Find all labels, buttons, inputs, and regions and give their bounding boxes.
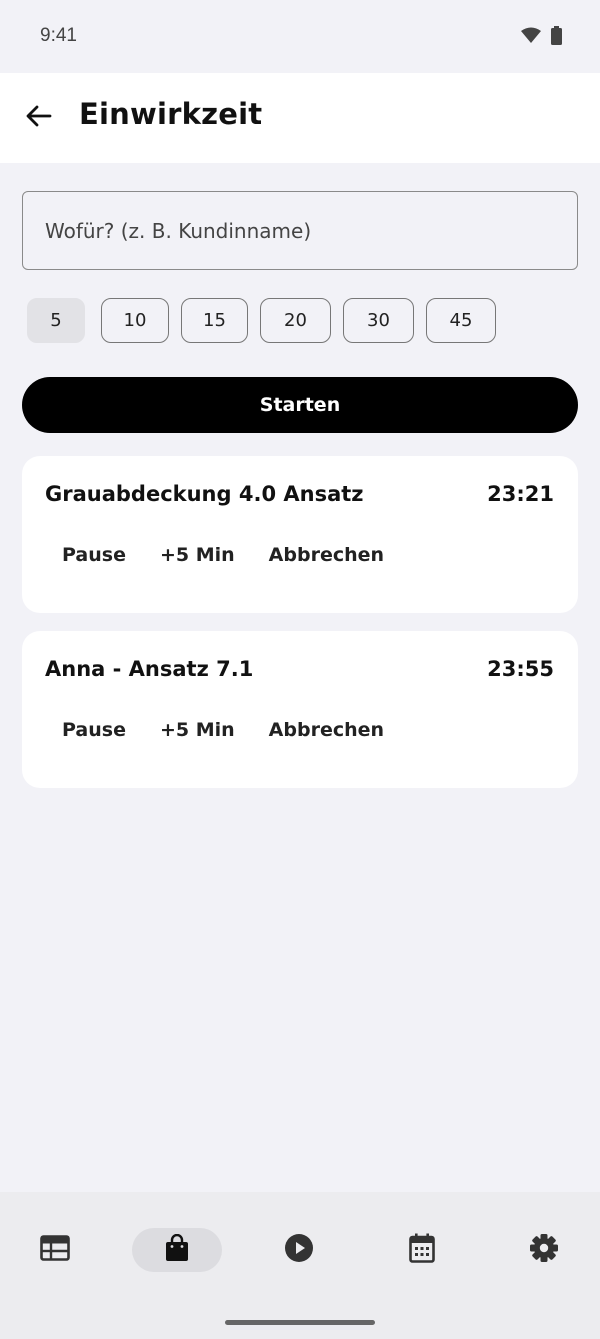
wifi-icon — [521, 27, 541, 48]
battery-icon — [551, 26, 562, 49]
customer-name-field[interactable] — [22, 191, 578, 270]
add-5-min-button[interactable]: +5 Min — [143, 538, 252, 572]
app-bar: Einwirkzeit — [0, 73, 600, 163]
shopping-bag-icon — [165, 1233, 189, 1266]
duration-chip-30[interactable]: 30 — [343, 298, 414, 343]
status-icons — [521, 26, 562, 49]
pause-button[interactable]: Pause — [45, 538, 143, 572]
status-time: 9:41 — [40, 25, 77, 46]
timer-card: Grauabdeckung 4.0 Ansatz 23:21 Pause +5 … — [22, 456, 578, 613]
duration-chip-20[interactable]: 20 — [260, 298, 331, 343]
nav-item-calendar[interactable] — [377, 1228, 467, 1272]
back-button[interactable] — [20, 99, 58, 137]
nav-item-shop[interactable] — [132, 1228, 222, 1272]
timer-name: Grauabdeckung 4.0 Ansatz — [45, 482, 364, 506]
add-5-min-button[interactable]: +5 Min — [143, 713, 252, 747]
pause-button[interactable]: Pause — [45, 713, 143, 747]
page-title: Einwirkzeit — [79, 97, 263, 131]
gear-icon — [529, 1233, 559, 1267]
duration-chip-10[interactable]: 10 — [101, 298, 169, 343]
arrow-left-icon — [26, 105, 52, 131]
start-button[interactable]: Starten — [22, 377, 578, 433]
nav-item-settings[interactable] — [499, 1228, 589, 1272]
calendar-icon — [409, 1233, 435, 1267]
cancel-button[interactable]: Abbrechen — [252, 713, 401, 747]
duration-chip-5[interactable]: 5 — [27, 298, 85, 343]
duration-chip-15[interactable]: 15 — [181, 298, 248, 343]
timer-card: Anna - Ansatz 7.1 23:55 Pause +5 Min Abb… — [22, 631, 578, 788]
duration-chips: 5 10 15 20 30 45 — [27, 298, 496, 343]
timer-actions: Pause +5 Min Abbrechen — [45, 713, 401, 747]
play-circle-icon — [284, 1233, 314, 1267]
bottom-navigation — [0, 1192, 600, 1339]
timer-name: Anna - Ansatz 7.1 — [45, 657, 254, 681]
timer-countdown: 23:21 — [487, 482, 554, 506]
nav-item-play[interactable] — [254, 1228, 344, 1272]
status-bar: 9:41 — [0, 0, 600, 72]
timer-countdown: 23:55 — [487, 657, 554, 681]
cancel-button[interactable]: Abbrechen — [252, 538, 401, 572]
nav-item-table[interactable] — [10, 1228, 100, 1272]
duration-chip-45[interactable]: 45 — [426, 298, 496, 343]
home-indicator — [225, 1320, 375, 1325]
customer-name-input[interactable] — [45, 218, 555, 243]
table-icon — [40, 1235, 70, 1265]
timer-actions: Pause +5 Min Abbrechen — [45, 538, 401, 572]
